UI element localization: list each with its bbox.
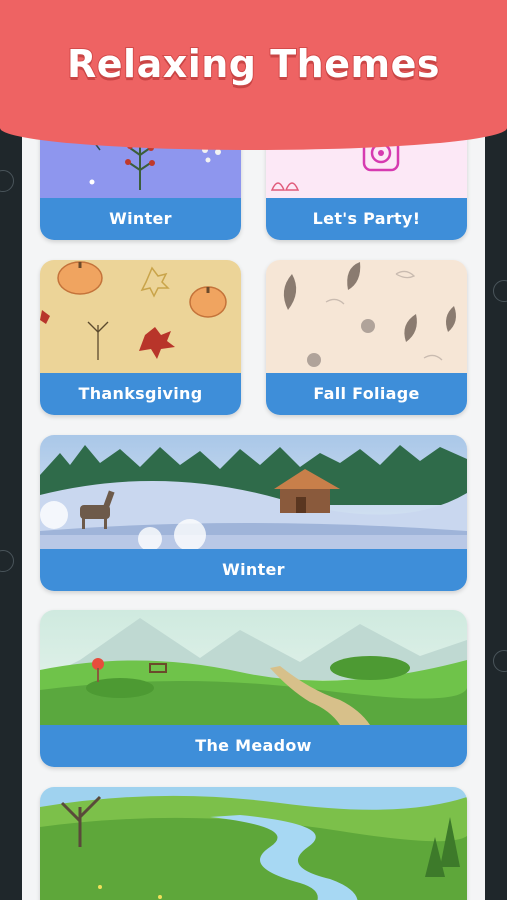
theme-card-label: The Meadow [40,725,467,767]
theme-card-river[interactable] [40,787,467,900]
right-background-decoration [485,140,507,900]
winter-landscape-art [40,435,467,549]
theme-card-label: Winter [40,198,241,240]
theme-card-label: Let's Party! [266,198,467,240]
theme-card-fall-foliage[interactable]: Fall Foliage [266,260,467,415]
left-background-decoration [0,140,22,900]
fall-foliage-pattern-art [266,260,467,373]
theme-card-winter-landscape[interactable]: Winter [40,435,467,591]
theme-card-label: Winter [40,549,467,591]
theme-card-thanksgiving[interactable]: Thanksgiving [40,260,241,415]
theme-card-label: Fall Foliage [266,373,467,415]
page-title: Relaxing Themes [66,41,440,87]
theme-list[interactable]: Winter Let's Party! Thanksgiving Fall Fo… [22,120,485,900]
meadow-landscape-art [40,610,467,725]
theme-card-the-meadow[interactable]: The Meadow [40,610,467,767]
header-banner: Relaxing Themes [0,0,507,150]
river-landscape-art [40,787,467,900]
theme-card-label: Thanksgiving [40,373,241,415]
thanksgiving-pattern-art [40,260,241,373]
